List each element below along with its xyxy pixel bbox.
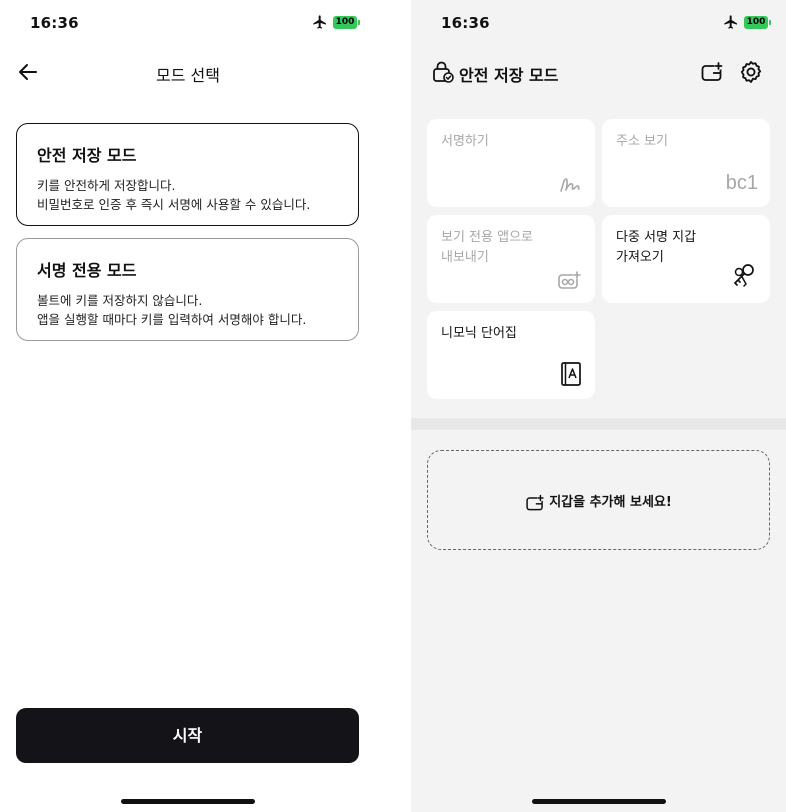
tile-label-line2: 내보내기 — [441, 250, 489, 265]
status-bar: 16:36 100 — [411, 0, 786, 46]
signature-icon — [560, 178, 580, 192]
home-indicator — [532, 799, 666, 804]
status-time: 16:36 — [441, 14, 490, 32]
tile-label: 니모닉 단어집 — [441, 326, 517, 341]
page-title: 모드 선택 — [156, 66, 220, 85]
tile-label-line1: 다중 서명 지갑 — [616, 230, 697, 245]
mode-desc-line1: 키를 안전하게 저장합니다. — [37, 178, 176, 193]
secure-lock-icon — [433, 61, 454, 83]
tile-export-watch-only[interactable]: 보기 전용 앱으로 내보내기 — [427, 215, 595, 303]
section-divider — [411, 418, 786, 430]
status-time: 16:36 — [30, 14, 79, 32]
battery-tip — [769, 20, 771, 25]
start-button[interactable]: 시작 — [16, 708, 359, 763]
battery-indicator: 100 — [333, 16, 357, 29]
keys-icon — [733, 264, 754, 287]
status-bar: 16:36 100 — [0, 0, 376, 46]
battery-indicator: 100 — [744, 16, 768, 29]
mode-title: 안전 저장 모드 — [37, 146, 137, 165]
add-wallet-content: 지갑을 추가해 보세요! — [428, 491, 769, 513]
add-wallet-label: 지갑을 추가해 보세요! — [549, 495, 672, 510]
vault-home-screen: 16:36 100 안전 저장 모드 서명하기 주소 보기 bc1 보기 전용 … — [411, 0, 786, 812]
mode-desc-line1: 볼트에 키를 저장하지 않습니다. — [37, 293, 203, 308]
airplane-icon — [724, 15, 737, 29]
tile-label-line1: 보기 전용 앱으로 — [441, 230, 533, 245]
mode-desc-line2: 비밀번호로 인증 후 즉시 서명에 사용할 수 있습니다. — [37, 197, 311, 212]
mode-card-sign-only[interactable]: 서명 전용 모드 볼트에 키를 저장하지 않습니다. 앱을 실행할 때마다 키를… — [16, 238, 359, 341]
battery-tip — [358, 20, 360, 25]
add-wallet-icon — [526, 494, 545, 510]
mode-title: 서명 전용 모드 — [37, 261, 137, 280]
tile-address[interactable]: 주소 보기 bc1 — [602, 119, 770, 207]
mode-desc-line2: 앱을 실행할 때마다 키를 입력하여 서명해야 합니다. — [37, 312, 307, 327]
export-app-icon — [558, 271, 581, 289]
wordbook-icon — [561, 362, 581, 386]
mode-card-secure-storage[interactable]: 안전 저장 모드 키를 안전하게 저장합니다. 비밀번호로 인증 후 즉시 서명… — [16, 123, 359, 226]
add-wallet-icon[interactable] — [700, 60, 724, 84]
header-title: 안전 저장 모드 — [459, 66, 559, 85]
airplane-icon — [313, 15, 326, 29]
tile-sign[interactable]: 서명하기 — [427, 119, 595, 207]
tile-mnemonic-wordbook[interactable]: 니모닉 단어집 — [427, 311, 595, 399]
tile-label: 주소 보기 — [616, 134, 668, 149]
bc1-icon: bc1 — [725, 172, 758, 194]
tile-import-multisig[interactable]: 다중 서명 지갑 가져오기 — [602, 215, 770, 303]
mode-select-screen: 16:36 100 모드 선택 안전 저장 모드 키를 안전하게 저장합니다. … — [0, 0, 376, 812]
tile-label: 서명하기 — [441, 134, 489, 149]
gear-icon[interactable] — [738, 59, 764, 85]
add-wallet-placeholder[interactable]: 지갑을 추가해 보세요! — [427, 450, 770, 550]
screen-gap — [376, 0, 411, 812]
home-indicator — [121, 799, 255, 804]
